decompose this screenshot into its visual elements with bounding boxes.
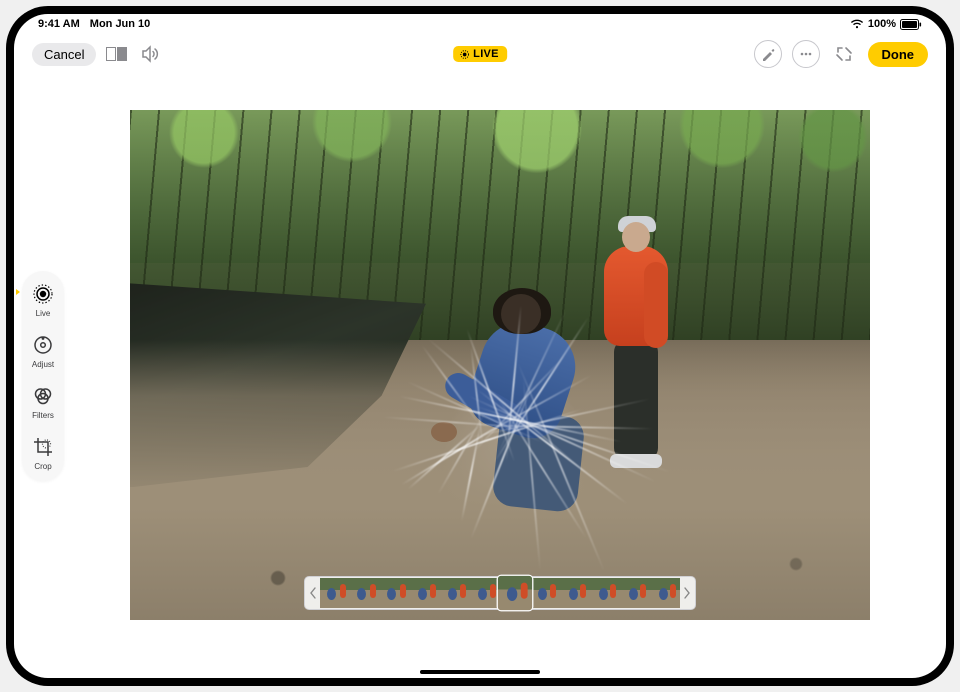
edit-mode-sidebar: Live Adjust Filters [22, 271, 64, 481]
markup-button[interactable] [754, 40, 782, 68]
person-crouching [441, 294, 591, 524]
live-frame-scrubber[interactable] [304, 576, 696, 610]
status-battery-pct: 100% [868, 18, 896, 30]
sidebar-item-label: Filters [32, 411, 54, 420]
cancel-button[interactable]: Cancel [32, 43, 96, 66]
scrubber-frame[interactable] [590, 578, 620, 608]
status-time: 9:41 AM [38, 18, 80, 30]
sidebar-item-live[interactable]: Live [22, 281, 64, 318]
sidebar-item-crop[interactable]: Crop [22, 434, 64, 471]
sidebar-item-label: Adjust [32, 360, 54, 369]
scrubber-frame[interactable] [380, 578, 410, 608]
photo-canvas-area [14, 74, 946, 678]
scrubber-frame[interactable] [470, 578, 500, 608]
status-date: Mon Jun 10 [90, 18, 151, 30]
sidebar-item-filters[interactable]: Filters [22, 383, 64, 420]
crop-icon [30, 434, 56, 460]
scrubber-frame[interactable] [560, 578, 590, 608]
scrubber-frames[interactable] [320, 578, 680, 608]
adjust-icon [30, 332, 56, 358]
scrubber-next-icon[interactable] [680, 578, 694, 608]
wifi-icon [850, 19, 864, 29]
scrubber-frame[interactable] [530, 578, 560, 608]
battery-icon [900, 19, 922, 30]
live-photo-badge[interactable]: LIVE [453, 46, 507, 62]
sidebar-item-label: Crop [34, 462, 51, 471]
scrubber-frame[interactable] [350, 578, 380, 608]
scrubber-frame[interactable] [498, 576, 533, 611]
scrubber-frame[interactable] [320, 578, 350, 608]
scrubber-frame[interactable] [440, 578, 470, 608]
done-button[interactable]: Done [868, 42, 929, 67]
ipad-device-frame: 9:41 AM Mon Jun 10 100% Cancel [6, 6, 954, 686]
screen: 9:41 AM Mon Jun 10 100% Cancel [14, 14, 946, 678]
fullscreen-button[interactable] [830, 40, 858, 68]
more-button[interactable] [792, 40, 820, 68]
volume-icon[interactable] [137, 40, 165, 68]
compare-toggle-icon[interactable] [106, 47, 127, 61]
scrubber-frame[interactable] [410, 578, 440, 608]
scrubber-frame[interactable] [620, 578, 650, 608]
editor-toolbar: Cancel LIVE [14, 34, 946, 74]
person-standing [596, 222, 676, 472]
editor-main: Live Adjust Filters [14, 74, 946, 678]
scrubber-frame[interactable] [650, 578, 680, 608]
photo-preview[interactable] [130, 110, 870, 620]
home-indicator[interactable] [420, 670, 540, 674]
status-bar: 9:41 AM Mon Jun 10 100% [14, 14, 946, 34]
live-badge-label: LIVE [473, 48, 499, 60]
scrubber-prev-icon[interactable] [306, 578, 320, 608]
filters-icon [30, 383, 56, 409]
sidebar-item-adjust[interactable]: Adjust [22, 332, 64, 369]
sidebar-item-label: Live [36, 309, 51, 318]
live-icon [30, 281, 56, 307]
